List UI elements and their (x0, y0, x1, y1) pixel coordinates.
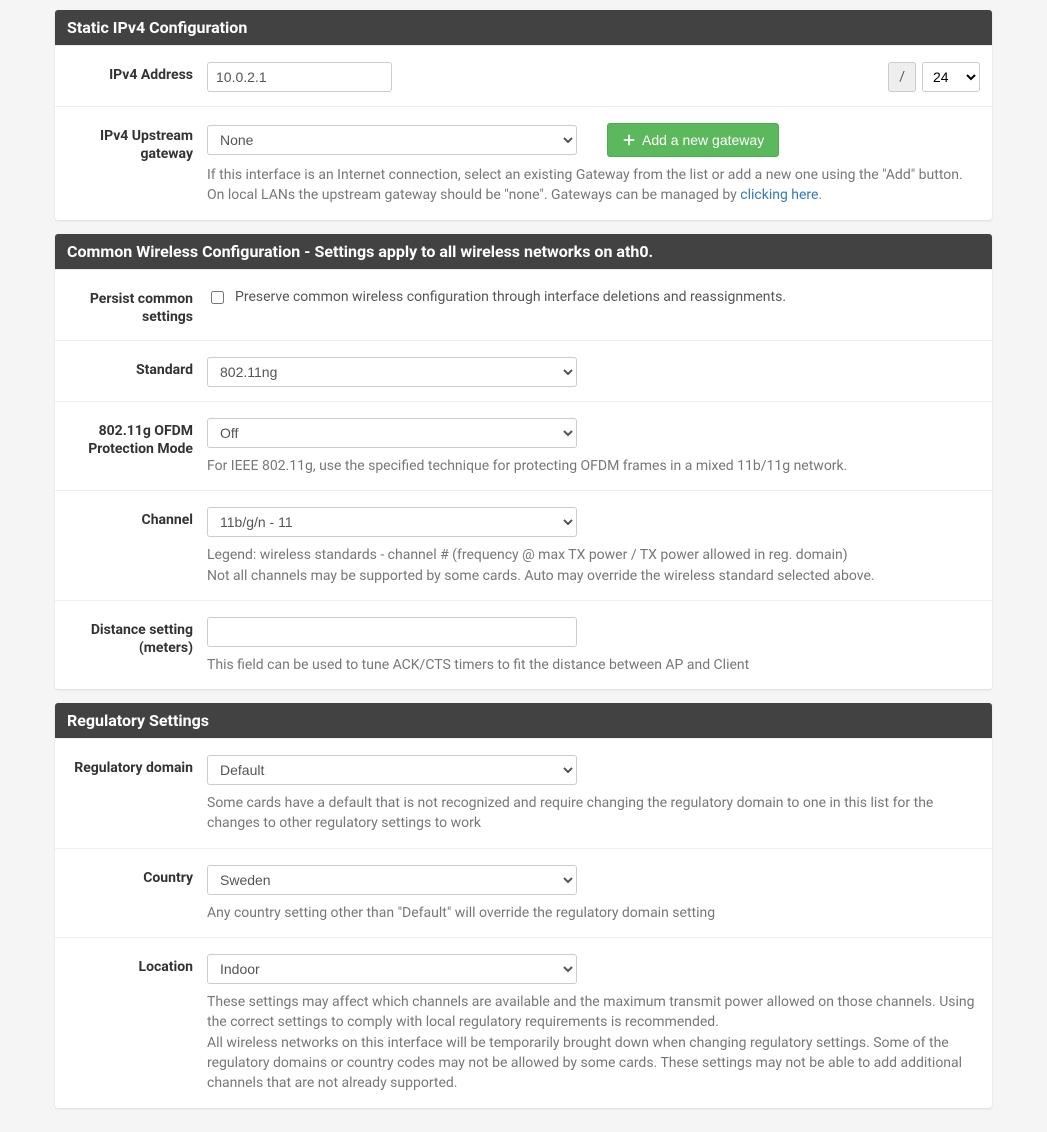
location-label: Location (67, 954, 207, 1093)
persist-label: Persist common settings (67, 286, 207, 326)
persist-text: Preserve common wireless configuration t… (235, 289, 786, 305)
ofdm-help: For IEEE 802.11g, use the specified tech… (207, 456, 980, 476)
ipv4-gateway-select[interactable]: None (207, 125, 577, 155)
cidr-slash: / (888, 62, 916, 92)
country-help: Any country setting other than "Default"… (207, 903, 980, 923)
country-select[interactable]: Sweden (207, 865, 577, 895)
ofdm-select[interactable]: Off (207, 418, 577, 448)
regdomain-help: Some cards have a default that is not re… (207, 793, 980, 834)
cidr-mask-select[interactable]: 24 (922, 62, 980, 92)
channel-label: Channel (67, 507, 207, 586)
channel-select[interactable]: 11b/g/n - 11 (207, 507, 577, 537)
distance-input[interactable] (207, 617, 577, 647)
add-gateway-label: Add a new gateway (642, 132, 764, 148)
wireless-panel: Common Wireless Configuration - Settings… (55, 234, 992, 690)
channel-help: Legend: wireless standards - channel # (… (207, 545, 980, 586)
location-select[interactable]: Indoor (207, 954, 577, 984)
gateway-help: If this interface is an Internet connect… (207, 165, 980, 206)
static-ipv4-header: Static IPv4 Configuration (55, 10, 992, 45)
standard-select[interactable]: 802.11ng (207, 357, 577, 387)
distance-label: Distance setting (meters) (67, 617, 207, 675)
country-label: Country (67, 865, 207, 923)
add-gateway-button[interactable]: Add a new gateway (607, 123, 779, 157)
plus-icon (622, 133, 636, 147)
regulatory-panel: Regulatory Settings Regulatory domain De… (55, 703, 992, 1107)
regdomain-label: Regulatory domain (67, 755, 207, 834)
persist-checkbox[interactable] (211, 291, 224, 304)
regdomain-select[interactable]: Default (207, 755, 577, 785)
ipv4-gateway-label: IPv4 Upstream gateway (67, 123, 207, 206)
static-ipv4-panel: Static IPv4 Configuration IPv4 Address /… (55, 10, 992, 220)
ofdm-label: 802.11g OFDM Protection Mode (67, 418, 207, 476)
standard-label: Standard (67, 357, 207, 387)
wireless-header: Common Wireless Configuration - Settings… (55, 234, 992, 269)
distance-help: This field can be used to tune ACK/CTS t… (207, 655, 980, 675)
location-help: These settings may affect which channels… (207, 992, 980, 1093)
regulatory-header: Regulatory Settings (55, 703, 992, 738)
ipv4-address-label: IPv4 Address (67, 62, 207, 92)
gateway-manage-link[interactable]: clicking here (740, 187, 818, 203)
ipv4-address-input[interactable] (207, 62, 392, 92)
